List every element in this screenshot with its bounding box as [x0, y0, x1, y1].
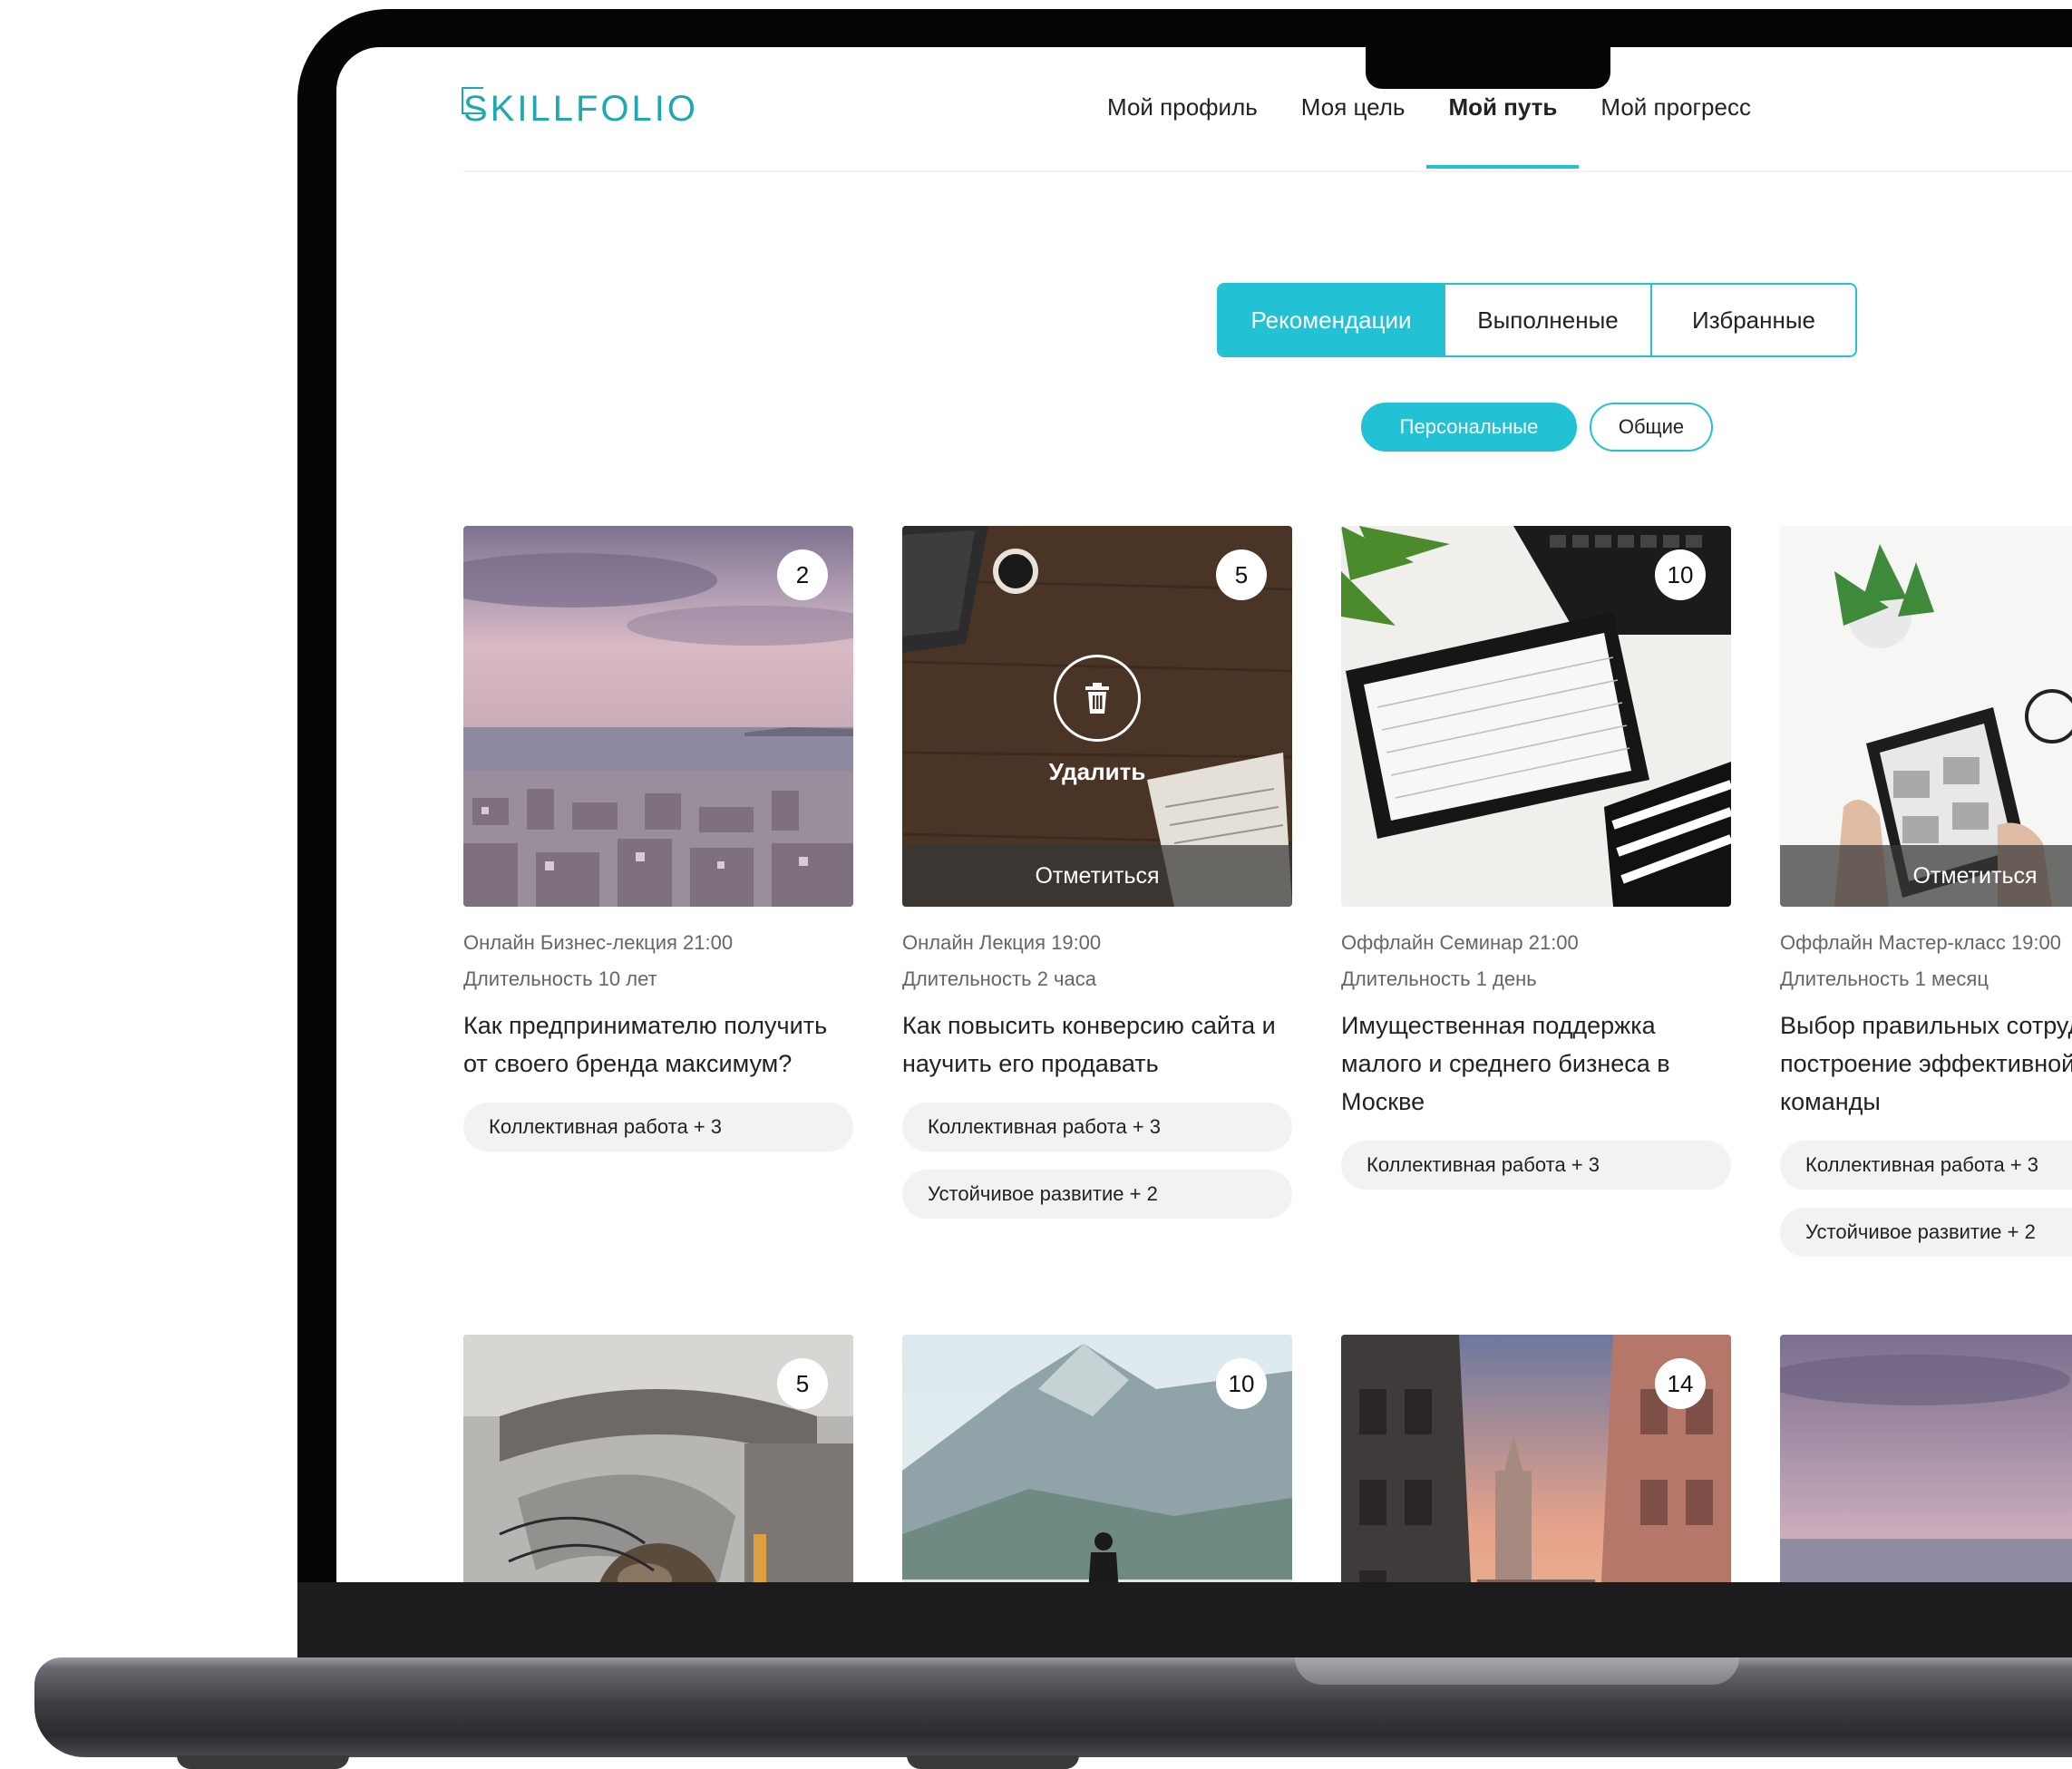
- tab-completed[interactable]: Выполненые: [1444, 285, 1650, 355]
- laptop-chin: [297, 1582, 2072, 1664]
- logo-mark-icon: [462, 87, 483, 114]
- event-meta: Онлайн Бизнес-лекция 21:00: [463, 931, 734, 954]
- delete-action[interactable]: Удалить: [902, 655, 1292, 786]
- laptop-foot: [177, 1755, 349, 1769]
- card-image: 5: [463, 1335, 853, 1582]
- laptop-screen: SKILLFOLIO Мой профиль Моя цель Мой путь…: [336, 47, 2072, 1582]
- trash-icon: [1085, 683, 1109, 714]
- tab-favorites[interactable]: Избранные: [1650, 285, 1855, 355]
- filter-personal[interactable]: Персональные: [1361, 403, 1577, 452]
- event-card[interactable]: 10 Оффлайн Семинар 21:00 Длительность 1 …: [1341, 526, 1731, 1190]
- card-image: [1780, 1335, 2072, 1582]
- main-nav: Мой профиль Моя цель Мой путь Мой прогре…: [1085, 89, 1773, 169]
- count-badge: 5: [1216, 549, 1267, 600]
- tab-recommendations[interactable]: Рекомендации: [1219, 285, 1444, 355]
- card-image: 10: [902, 1335, 1292, 1582]
- skill-tag[interactable]: Коллективная работа + 3: [1341, 1141, 1731, 1190]
- checkin-button[interactable]: Отметиться: [902, 845, 1292, 907]
- event-duration: Длительность 2 часа: [902, 967, 1096, 990]
- skillfolio-logo[interactable]: SKILLFOLIO: [462, 87, 698, 129]
- event-duration: Длительность 10 лет: [463, 967, 657, 990]
- count-badge: 2: [777, 549, 828, 600]
- logo-text: SKILLFOLIO: [463, 89, 698, 129]
- event-card[interactable]: 5: [463, 1335, 853, 1582]
- card-image: 5 Удалить Отметиться: [902, 526, 1292, 907]
- event-meta: Онлайн Лекция 19:00: [902, 931, 1102, 954]
- card-image: Отметиться: [1780, 526, 2072, 907]
- event-card[interactable]: 10: [902, 1335, 1292, 1582]
- camera-notch: [1366, 47, 1610, 89]
- card-image: 2: [463, 526, 853, 907]
- skill-tag[interactable]: Коллективная работа + 3: [902, 1103, 1292, 1152]
- filter-general[interactable]: Общие: [1590, 403, 1713, 452]
- card-image: 10: [1341, 526, 1731, 907]
- filter-pills: Персональные Общие: [1361, 403, 1713, 452]
- nav-my-profile[interactable]: Мой профиль: [1085, 89, 1279, 125]
- event-duration: Длительность 1 день: [1341, 967, 1537, 990]
- event-duration: Длительность 1 месяц: [1780, 967, 1989, 990]
- nav-my-progress[interactable]: Мой прогресс: [1579, 89, 1773, 125]
- delete-button[interactable]: [1054, 655, 1141, 742]
- category-tabs: Рекомендации Выполненые Избранные: [1217, 283, 1857, 357]
- nav-my-goal[interactable]: Моя цель: [1279, 89, 1427, 125]
- laptop-base: [34, 1657, 2072, 1757]
- skill-tag[interactable]: Коллективная работа + 3: [1780, 1141, 2072, 1190]
- skill-tag[interactable]: Устойчивое развитие + 2: [1780, 1208, 2072, 1257]
- count-badge: 5: [777, 1358, 828, 1409]
- nav-my-path[interactable]: Мой путь: [1426, 89, 1580, 169]
- skill-tag[interactable]: Устойчивое развитие + 2: [902, 1170, 1292, 1219]
- laptop-foot: [907, 1755, 1079, 1769]
- site-header: SKILLFOLIO Мой профиль Моя цель Мой путь…: [462, 47, 2072, 172]
- event-card[interactable]: 2 Онлайн Бизнес-лекция 21:00 Длительност…: [463, 526, 853, 1152]
- event-card[interactable]: Отметиться Оффлайн Мастер-класс 19:00 Дл…: [1780, 526, 2072, 1257]
- event-card[interactable]: 5 Удалить Отметиться Онлайн Лекция 19:00…: [902, 526, 1292, 1219]
- event-title[interactable]: Как предпринимателю получить от своего б…: [463, 1006, 853, 1083]
- skill-tag[interactable]: Коллективная работа + 3: [463, 1103, 853, 1152]
- laptop-lid-notch: [1295, 1657, 1739, 1685]
- event-meta: Оффлайн Мастер-класс 19:00: [1780, 931, 2061, 954]
- count-badge: 10: [1655, 549, 1706, 600]
- event-title[interactable]: Как повысить конверсию сайта и научить е…: [902, 1006, 1292, 1083]
- count-badge: 10: [1216, 1358, 1267, 1409]
- card-image: 14: [1341, 1335, 1731, 1582]
- checkin-button[interactable]: Отметиться: [1780, 845, 2072, 907]
- event-title[interactable]: Имущественная поддержка малого и среднег…: [1341, 1006, 1731, 1121]
- delete-label: Удалить: [1048, 758, 1146, 785]
- event-title[interactable]: Выбор правильных сотрудников и построени…: [1780, 1006, 2072, 1121]
- count-badge: 14: [1655, 1358, 1706, 1409]
- event-meta: Оффлайн Семинар 21:00: [1341, 931, 1579, 954]
- event-card[interactable]: [1780, 1335, 2072, 1582]
- event-card[interactable]: 14: [1341, 1335, 1731, 1582]
